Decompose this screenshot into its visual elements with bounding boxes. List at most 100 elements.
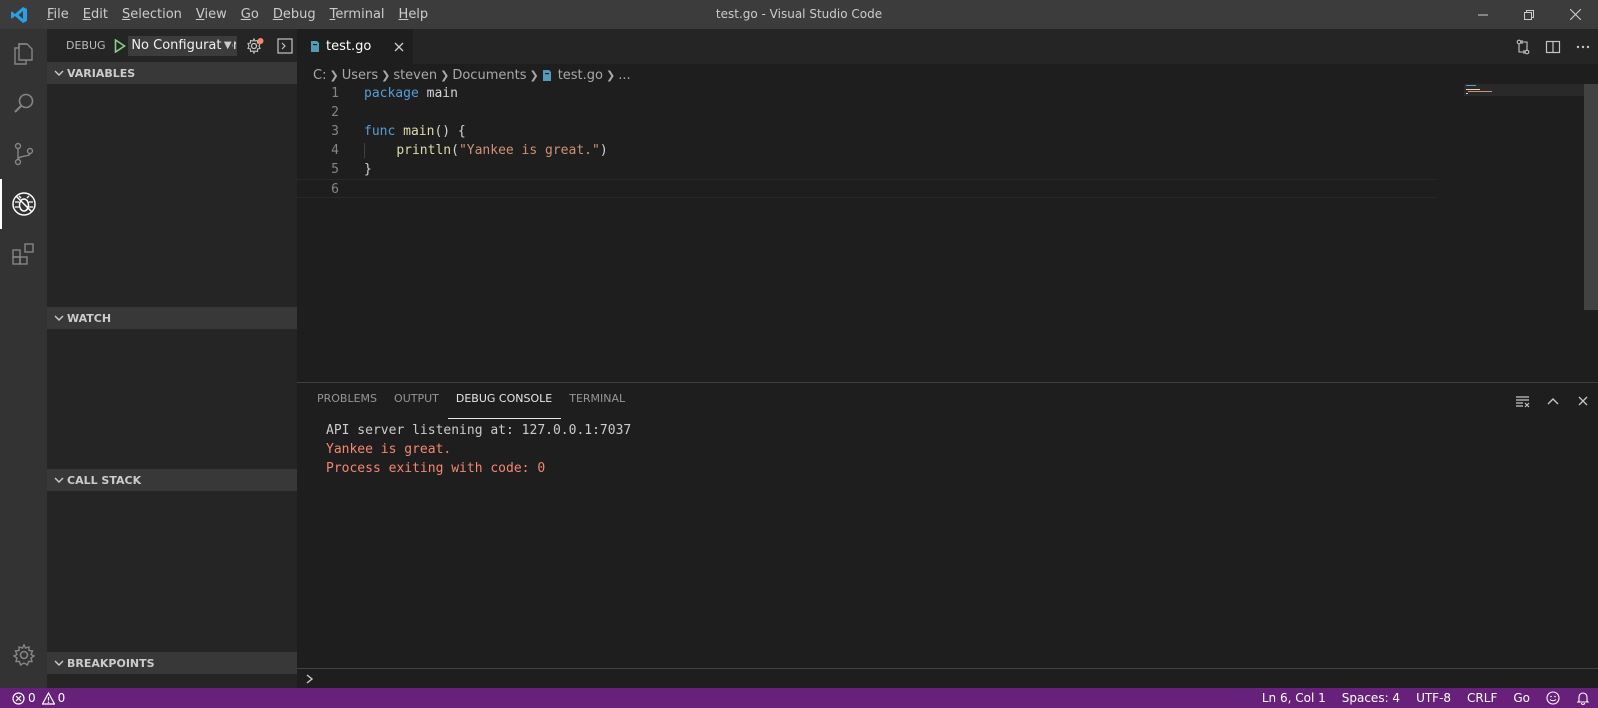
compare-changes-icon xyxy=(1516,39,1530,54)
console-line: Process exiting with code: 0 xyxy=(326,461,546,476)
line-number: 1 xyxy=(331,86,339,101)
menu-terminal[interactable]: Terminal xyxy=(323,0,392,29)
menu-selection[interactable]: Selection xyxy=(115,0,189,29)
breadcrumb-drive[interactable]: C: xyxy=(313,68,326,83)
indent-whitespace xyxy=(364,143,397,158)
tab-label: test.go xyxy=(326,39,372,54)
debug-console-output[interactable]: API server listening at: 127.0.0.1:7037 … xyxy=(297,419,1598,478)
eol-status[interactable]: CRLF xyxy=(1459,688,1505,708)
tab-debug-console[interactable]: DEBUG CONSOLE xyxy=(447,387,562,419)
menu-edit[interactable]: Edit xyxy=(76,0,115,29)
activity-explorer[interactable] xyxy=(0,29,47,79)
chevron-right-icon xyxy=(306,673,314,684)
variables-section-header[interactable]: VARIABLES xyxy=(47,62,297,84)
maximize-panel-button[interactable] xyxy=(1538,388,1568,414)
debug-sidebar: DEBUG No Configurations ▼ VARIABLES WATC… xyxy=(47,29,297,688)
close-icon xyxy=(1578,396,1588,406)
feedback-button[interactable] xyxy=(1538,688,1568,708)
breadcrumb-users[interactable]: Users xyxy=(342,68,378,83)
editor-tabs: test.go xyxy=(297,29,1598,64)
more-actions-button[interactable] xyxy=(1568,29,1598,64)
watch-section-header[interactable]: WATCH xyxy=(47,307,297,329)
chevron-right-icon: ❯ xyxy=(529,68,539,82)
line-number: 3 xyxy=(331,124,339,139)
menu-help[interactable]: Help xyxy=(392,0,436,29)
code-editor[interactable]: 1 package main 2 3 func main() { 4 print… xyxy=(297,84,1437,198)
minimize-button[interactable] xyxy=(1460,0,1506,29)
tab-close-button[interactable] xyxy=(385,42,413,52)
activity-manage[interactable] xyxy=(0,630,47,680)
problems-status[interactable]: 0 0 xyxy=(12,688,73,708)
restore-button[interactable] xyxy=(1506,0,1552,29)
bell-icon xyxy=(1576,692,1590,705)
indentation-status[interactable]: Spaces: 4 xyxy=(1334,688,1408,708)
error-count: 0 xyxy=(28,691,36,705)
debug-icon xyxy=(11,192,36,216)
debug-configuration-select[interactable]: No Configurations ▼ xyxy=(128,35,237,56)
minimap[interactable] xyxy=(1464,84,1584,96)
go-file-icon xyxy=(311,41,319,52)
menu-go[interactable]: Go xyxy=(234,0,266,29)
chevron-down-icon xyxy=(51,313,67,323)
breadcrumb-file[interactable]: test.go xyxy=(542,68,603,83)
console-line: Yankee is great. xyxy=(326,442,452,457)
activity-search[interactable] xyxy=(0,79,47,129)
split-editor-icon xyxy=(1545,40,1561,53)
vscode-logo-icon xyxy=(4,0,34,29)
line-number: 6 xyxy=(331,182,339,197)
punctuation-token: ( xyxy=(451,143,459,158)
activity-debug[interactable] xyxy=(0,179,47,229)
call-stack-section-header[interactable]: CALL STACK xyxy=(47,469,297,491)
encoding-status[interactable]: UTF-8 xyxy=(1408,688,1459,708)
notifications-button[interactable] xyxy=(1568,688,1598,708)
tab-terminal[interactable]: TERMINAL xyxy=(561,387,634,419)
tab-test-go[interactable]: test.go xyxy=(297,29,413,64)
breadcrumb-symbols[interactable]: ... xyxy=(618,68,630,83)
close-icon xyxy=(394,42,404,51)
close-window-button[interactable] xyxy=(1552,0,1598,29)
clear-console-button[interactable] xyxy=(1508,388,1538,414)
split-editor-button[interactable] xyxy=(1538,29,1568,64)
window-controls xyxy=(1460,0,1598,29)
breadcrumb-documents[interactable]: Documents xyxy=(452,68,526,83)
status-right: Ln 6, Col 1 Spaces: 4 UTF-8 CRLF Go xyxy=(1254,688,1598,708)
scrollbar-thumb[interactable] xyxy=(1584,84,1598,310)
open-launch-json-button[interactable] xyxy=(243,35,267,57)
tab-problems[interactable]: PROBLEMS xyxy=(309,387,386,419)
chevron-right-icon: ❯ xyxy=(606,68,616,82)
editor-scrollbar[interactable] xyxy=(1584,84,1598,382)
language-mode[interactable]: Go xyxy=(1505,688,1538,708)
title-bar: File Edit Selection View Go Debug Termin… xyxy=(0,0,1598,29)
breadcrumb: C: ❯ Users ❯ steven ❯ Documents ❯ test.g… xyxy=(297,64,1598,86)
cursor-position[interactable]: Ln 6, Col 1 xyxy=(1254,688,1334,708)
menu-debug[interactable]: Debug xyxy=(266,0,323,29)
code-text: } xyxy=(364,162,372,177)
function-token: println xyxy=(396,143,452,158)
breadcrumb-steven[interactable]: steven xyxy=(393,68,437,83)
code-text: func main() { xyxy=(339,122,466,141)
menu-file[interactable]: File xyxy=(40,0,76,29)
status-left: 0 0 xyxy=(0,688,73,708)
clear-all-icon xyxy=(1516,396,1530,408)
open-changes-button[interactable] xyxy=(1508,29,1538,64)
settings-gear-icon xyxy=(246,37,264,54)
debug-console-input[interactable] xyxy=(297,668,1598,688)
line-number: 5 xyxy=(331,162,339,177)
dropdown-caret-icon: ▼ xyxy=(221,36,232,55)
watch-section-title: WATCH xyxy=(67,311,112,325)
manage-gear-icon xyxy=(12,643,35,667)
tab-output[interactable]: OUTPUT xyxy=(386,387,448,419)
activity-source-control[interactable] xyxy=(0,129,47,179)
close-panel-button[interactable] xyxy=(1568,388,1598,414)
chevron-down-icon xyxy=(51,658,67,668)
menu-view[interactable]: View xyxy=(189,0,234,29)
debug-console-toggle-button[interactable] xyxy=(273,35,297,57)
code-line: 3 func main() { xyxy=(297,122,1437,141)
chevron-right-icon: ❯ xyxy=(381,68,391,82)
start-debugging-button[interactable] xyxy=(112,36,129,56)
code-text: package main xyxy=(339,84,458,103)
breakpoints-section-header[interactable]: BREAKPOINTS xyxy=(47,652,297,674)
activity-extensions[interactable] xyxy=(0,229,47,279)
